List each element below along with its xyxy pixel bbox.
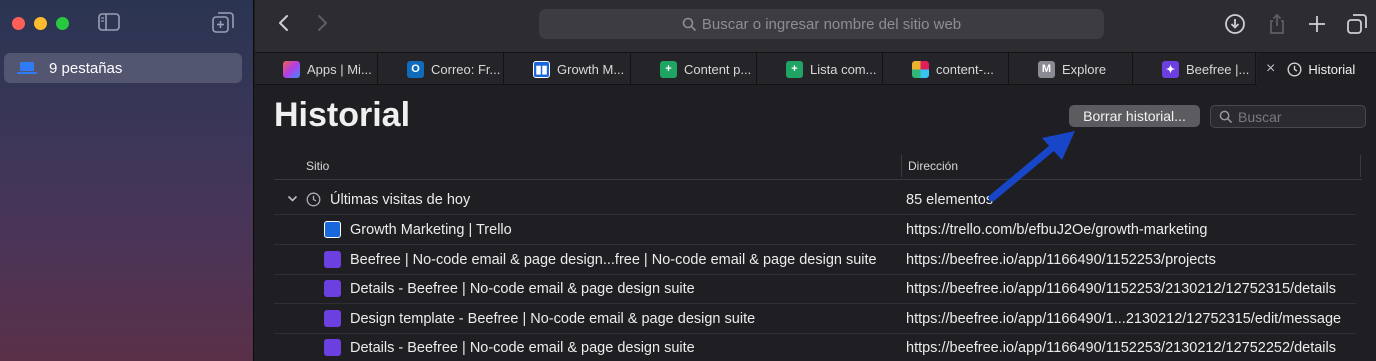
history-row-address: https://beefree.io/app/1166490/1152253/p… <box>906 252 1216 268</box>
clock-icon <box>306 192 321 207</box>
m-icon: M <box>1038 60 1055 78</box>
history-row-address: https://trello.com/b/efbuJ2Oe/growth-mar… <box>906 222 1208 238</box>
sidebar-toggle-icon[interactable] <box>98 13 120 31</box>
tab-label: Growth M... <box>557 61 625 77</box>
history-row-address: https://beefree.io/app/1166490/1152253/2… <box>906 281 1337 297</box>
history-row-title: Growth Marketing | Trello <box>350 222 512 238</box>
sidebar-item-tab-group[interactable]: 9 pestañas <box>4 53 242 83</box>
new-tab-group-icon[interactable] <box>212 12 234 34</box>
column-header-site[interactable]: Sitio <box>306 159 329 173</box>
history-row-address: https://beefree.io/app/1166490/1152253/2… <box>906 340 1337 356</box>
history-row[interactable]: Details - Beefree | No-code email & page… <box>274 275 1356 304</box>
google-sheets-icon: + <box>660 60 677 78</box>
slack-icon <box>912 60 929 78</box>
downloads-icon[interactable] <box>1223 12 1247 36</box>
history-row-address: https://beefree.io/app/1166490/1...21302… <box>906 311 1342 327</box>
beefree-icon <box>324 339 341 356</box>
tab-bar: Apps | Mi... O Correo: Fr... ▮▮ Growth M… <box>255 52 1376 85</box>
share-icon[interactable] <box>1265 12 1289 36</box>
tab-lista[interactable]: + Lista com... <box>758 53 883 85</box>
history-page: Historial Borrar historial... Sitio Dire… <box>255 86 1376 361</box>
beefree-icon: ✦ <box>1162 60 1179 78</box>
history-row[interactable]: Growth Marketing | Trello https://trello… <box>274 216 1356 245</box>
history-search-field[interactable] <box>1210 105 1366 128</box>
close-tab-icon[interactable]: × <box>1266 60 1275 78</box>
history-group-row[interactable]: Últimas visitas de hoy 85 elementos <box>274 186 1356 215</box>
tab-correo[interactable]: O Correo: Fr... <box>379 53 504 85</box>
tab-label: Content p... <box>684 61 752 77</box>
history-row-title: Beefree | No-code email & page design...… <box>350 252 877 268</box>
tab-group-label: 9 pestañas <box>49 59 123 77</box>
window-minimize-button[interactable] <box>34 17 47 30</box>
toolbar: Buscar o ingresar nombre del sitio web <box>255 0 1376 52</box>
history-row[interactable]: Beefree | No-code email & page design...… <box>274 246 1356 275</box>
microsoft-apps-icon <box>283 60 300 78</box>
chevron-down-icon[interactable] <box>287 195 298 203</box>
forward-icon[interactable] <box>311 12 333 34</box>
laptop-icon <box>17 62 37 74</box>
column-divider[interactable] <box>901 155 902 177</box>
history-row-title: Details - Beefree | No-code email & page… <box>350 340 695 356</box>
tab-label: Beefree |... <box>1186 61 1250 77</box>
tab-label: Correo: Fr... <box>431 61 501 77</box>
column-header-address[interactable]: Dirección <box>908 159 958 173</box>
outlook-icon: O <box>407 60 424 78</box>
tab-explore[interactable]: M Explore <box>1010 53 1133 85</box>
tab-label: Lista com... <box>810 61 877 77</box>
trello-icon <box>324 221 341 238</box>
column-divider[interactable] <box>1360 155 1361 177</box>
search-icon <box>1219 110 1232 123</box>
tab-historial[interactable]: × Historial <box>1257 53 1376 85</box>
tab-overview-icon[interactable] <box>1345 12 1369 36</box>
page-title: Historial <box>274 96 411 134</box>
new-tab-icon[interactable] <box>1305 12 1329 36</box>
address-bar[interactable]: Buscar o ingresar nombre del sitio web <box>539 9 1104 39</box>
beefree-icon <box>324 251 341 268</box>
clear-history-button[interactable]: Borrar historial... <box>1069 105 1200 127</box>
tab-content-slack[interactable]: content-... <box>884 53 1009 85</box>
group-label: Últimas visitas de hoy <box>330 192 471 208</box>
group-count: 85 elementos <box>906 192 994 208</box>
tab-growth-marketing[interactable]: ▮▮ Growth M... <box>505 53 631 85</box>
trello-icon: ▮▮ <box>533 60 550 78</box>
history-row-title: Design template - Beefree | No-code emai… <box>350 311 756 327</box>
address-placeholder: Buscar o ingresar nombre del sitio web <box>701 15 962 33</box>
history-row-title: Details - Beefree | No-code email & page… <box>350 281 695 297</box>
window-maximize-button[interactable] <box>56 17 69 30</box>
tab-beefree[interactable]: ✦ Beefree |... <box>1134 53 1256 85</box>
tab-label: Historial <box>1308 61 1356 77</box>
sidebar: 9 pestañas <box>0 0 254 361</box>
tab-label: Explore <box>1062 61 1107 77</box>
tab-apps[interactable]: Apps | Mi... <box>255 53 378 85</box>
history-row[interactable]: Details - Beefree | No-code email & page… <box>274 334 1356 361</box>
history-search-input[interactable] <box>1238 108 1358 125</box>
history-row[interactable]: Design template - Beefree | No-code emai… <box>274 305 1356 334</box>
window-close-button[interactable] <box>12 17 25 30</box>
tab-label: Apps | Mi... <box>307 61 372 77</box>
back-icon[interactable] <box>273 12 295 34</box>
search-icon <box>682 17 696 31</box>
beefree-icon <box>324 310 341 327</box>
beefree-icon <box>324 280 341 297</box>
clock-icon <box>1287 61 1302 77</box>
google-sheets-icon: + <box>786 60 803 78</box>
tab-label: content-... <box>936 61 994 77</box>
table-header: Sitio Dirección <box>274 152 1362 180</box>
tab-content-plan[interactable]: + Content p... <box>632 53 757 85</box>
